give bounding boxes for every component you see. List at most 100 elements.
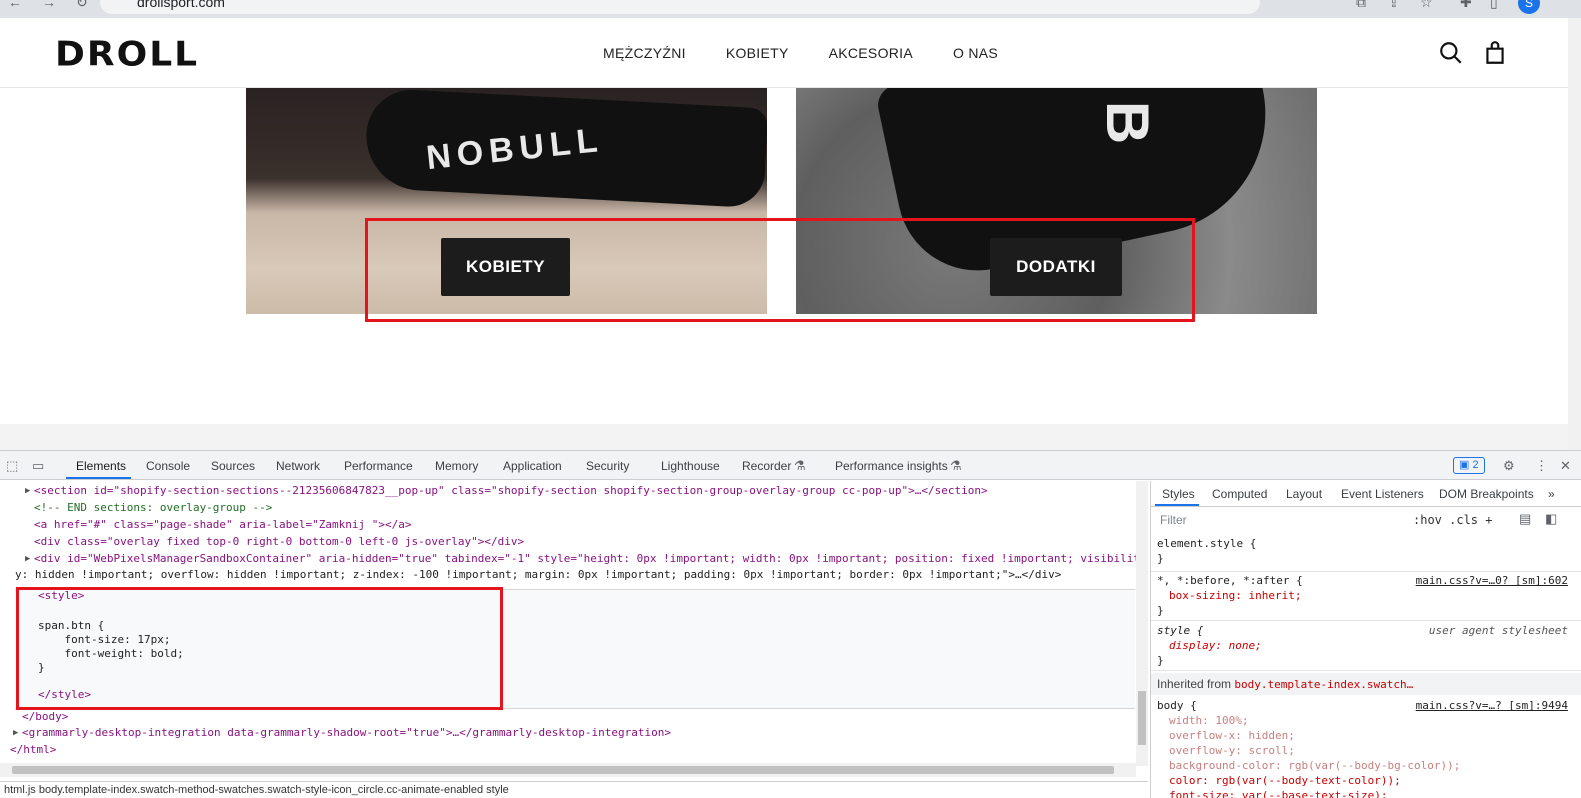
styles-filter-input[interactable]: Filter	[1157, 511, 1407, 529]
device-toolbar-icon[interactable]: ▭	[32, 458, 44, 474]
rule-user-agent: style { user agent stylesheet display: n…	[1151, 623, 1581, 671]
sidepanel-icon[interactable]: ▯	[1490, 0, 1498, 11]
rule-declaration[interactable]: overflow-x: hidden;	[1157, 728, 1576, 743]
flask-icon: ⚗	[794, 458, 806, 473]
issues-badge[interactable]: ▣ 2	[1453, 457, 1485, 474]
star-icon[interactable]: ☆	[1420, 0, 1433, 11]
rule-element-style: element.style { }	[1151, 536, 1581, 572]
tab-computed[interactable]: Computed	[1212, 487, 1267, 501]
nav-item-women[interactable]: KOBIETY	[726, 45, 789, 61]
browser-toolbar: ← → ↻ drollsport.com ⧉ ⇪ ☆ ✚ ▯ S	[0, 0, 1581, 18]
url-text[interactable]: drollsport.com	[137, 0, 225, 10]
beanie-brand-text: B	[1094, 100, 1162, 145]
rule-declaration[interactable]: background-color: rgb(var(--body-bg-colo…	[1157, 758, 1576, 773]
dom-node-line[interactable]: </body>	[22, 709, 68, 726]
search-icon[interactable]	[1438, 40, 1464, 66]
dom-node-line[interactable]: <div class="overlay fixed top-0 right-0 …	[34, 534, 524, 551]
toggle-sidebar-icon[interactable]: ◧	[1545, 511, 1557, 527]
rule-declaration[interactable]: overflow-y: scroll;	[1157, 743, 1576, 758]
address-bar[interactable]	[100, 0, 1260, 14]
inherited-label: Inherited from	[1157, 677, 1232, 691]
rule-selector: element.style {	[1157, 537, 1257, 550]
tab-layout[interactable]: Layout	[1286, 487, 1322, 501]
nav-item-accessories[interactable]: AKCESORIA	[829, 45, 913, 61]
styles-sidebar: Styles Computed Layout Event Listeners D…	[1150, 481, 1581, 798]
tab-recorder[interactable]: Recorder	[742, 459, 791, 473]
hero-section: NOBULL B KOBIETY DODATKI	[0, 88, 1568, 450]
nav-item-men[interactable]: MĘŻCZYŹNI	[603, 45, 686, 61]
nav-item-about[interactable]: O NAS	[953, 45, 998, 61]
dom-horizontal-thumb[interactable]	[12, 766, 1114, 774]
styles-tabbar: Styles Computed Layout Event Listeners D…	[1151, 481, 1581, 507]
rule-declaration[interactable]: width: 100%;	[1157, 713, 1576, 728]
tab-event-listeners[interactable]: Event Listeners	[1341, 487, 1424, 501]
inspect-icon[interactable]: ⬚	[6, 458, 18, 474]
site-header: DROLL MĘŻCZYŹNI KOBIETY AKCESORIA O NAS	[0, 18, 1568, 88]
tab-sources[interactable]: Sources	[211, 459, 255, 473]
page-scrollbar[interactable]	[1568, 18, 1581, 450]
tab-memory[interactable]: Memory	[435, 459, 478, 473]
rule-source-link[interactable]: main.css?v=…? [sm]:9494	[1416, 698, 1568, 713]
close-icon[interactable]: ✕	[1560, 458, 1571, 474]
tab-performance-insights[interactable]: Performance insights	[835, 459, 948, 473]
expand-arrow-icon[interactable]: ▶	[25, 483, 30, 500]
dom-node-line[interactable]: <!-- END sections: overlay-group -->	[34, 500, 272, 517]
more-tabs-icon[interactable]: »	[1548, 487, 1555, 501]
back-icon[interactable]: ←	[8, 0, 22, 10]
rule-universal: *, *:before, *:after { main.css?v=…0? [s…	[1151, 573, 1581, 621]
highlight-box-style	[16, 587, 503, 710]
profile-avatar[interactable]: S	[1518, 0, 1540, 14]
styles-active-indicator	[1155, 504, 1199, 506]
rule-close: }	[1157, 654, 1164, 667]
more-menu-icon[interactable]: ⋮	[1535, 458, 1548, 474]
dom-node-line[interactable]: <a href="#" class="page-shade" aria-labe…	[34, 517, 412, 534]
tab-network[interactable]: Network	[276, 459, 320, 473]
share-icon[interactable]: ⇪	[1388, 0, 1400, 11]
tab-console[interactable]: Console	[146, 459, 190, 473]
flask-icon: ⚗	[950, 458, 962, 473]
dom-node-line[interactable]: <grammarly-desktop-integration data-gram…	[22, 725, 671, 742]
tab-security[interactable]: Security	[586, 459, 629, 473]
dom-breadcrumb[interactable]: html.js body.template-index.swatch-metho…	[0, 781, 1148, 798]
highlight-box-buttons	[365, 218, 1195, 322]
paint-icon[interactable]: ▤	[1519, 511, 1531, 527]
tab-application[interactable]: Application	[503, 459, 562, 473]
rule-declaration[interactable]: color: rgb(var(--body-text-color));	[1157, 773, 1576, 788]
site-logo[interactable]: DROLL	[55, 35, 199, 74]
rule-declaration[interactable]: box-sizing: inherit;	[1157, 588, 1576, 603]
expand-arrow-icon[interactable]: ▶	[13, 725, 18, 742]
tab-dom-breakpoints[interactable]: DOM Breakpoints	[1439, 487, 1534, 501]
rule-source: user agent stylesheet	[1428, 624, 1568, 637]
dom-node-line[interactable]: y: hidden !important; overflow: hidden !…	[15, 567, 1061, 584]
dom-node-line[interactable]: </html>	[10, 742, 56, 759]
rule-body: body { main.css?v=…? [sm]:9494 width: 10…	[1151, 698, 1581, 798]
tab-search-icon[interactable]: ⧉	[1356, 0, 1366, 11]
message-icon: ▣	[1459, 459, 1470, 471]
dom-vertical-thumb[interactable]	[1138, 691, 1146, 745]
tab-styles[interactable]: Styles	[1162, 487, 1195, 501]
reload-icon[interactable]: ↻	[76, 0, 88, 11]
tab-performance[interactable]: Performance	[344, 459, 413, 473]
dom-node-line[interactable]: <section id="shopify-section-sections--2…	[34, 483, 988, 500]
issues-count: 2	[1472, 459, 1479, 471]
tab-elements[interactable]: Elements	[76, 459, 126, 473]
inherited-header: Inherited from body.template-index.swatc…	[1151, 673, 1581, 695]
forward-icon[interactable]: →	[42, 0, 56, 10]
expand-arrow-icon[interactable]: ▶	[25, 551, 30, 568]
gear-icon[interactable]: ⚙	[1503, 458, 1515, 474]
rule-close: }	[1157, 552, 1164, 565]
rule-close: }	[1157, 604, 1164, 617]
active-tab-indicator	[66, 477, 131, 479]
bag-icon[interactable]	[1482, 40, 1508, 66]
rule-source-link[interactable]: main.css?v=…0? [sm]:602	[1416, 573, 1568, 588]
devtools-panel: ⬚ ▭ Elements Console Sources Network Per…	[0, 450, 1581, 798]
rule-declaration: display: none;	[1169, 639, 1262, 652]
dom-node-line[interactable]: <div id="WebPixelsManagerSandboxContaine…	[34, 551, 1140, 568]
extensions-icon[interactable]: ✚	[1460, 0, 1472, 11]
filter-tools[interactable]: :hov .cls +	[1413, 513, 1492, 527]
tab-lighthouse[interactable]: Lighthouse	[661, 459, 720, 473]
inherited-selector[interactable]: body.template-index.swatch…	[1234, 678, 1413, 691]
devtools-tabbar: ⬚ ▭ Elements Console Sources Network Per…	[0, 451, 1581, 480]
main-nav: MĘŻCZYŹNI KOBIETY AKCESORIA O NAS	[603, 45, 998, 61]
section-divider	[0, 424, 1568, 450]
